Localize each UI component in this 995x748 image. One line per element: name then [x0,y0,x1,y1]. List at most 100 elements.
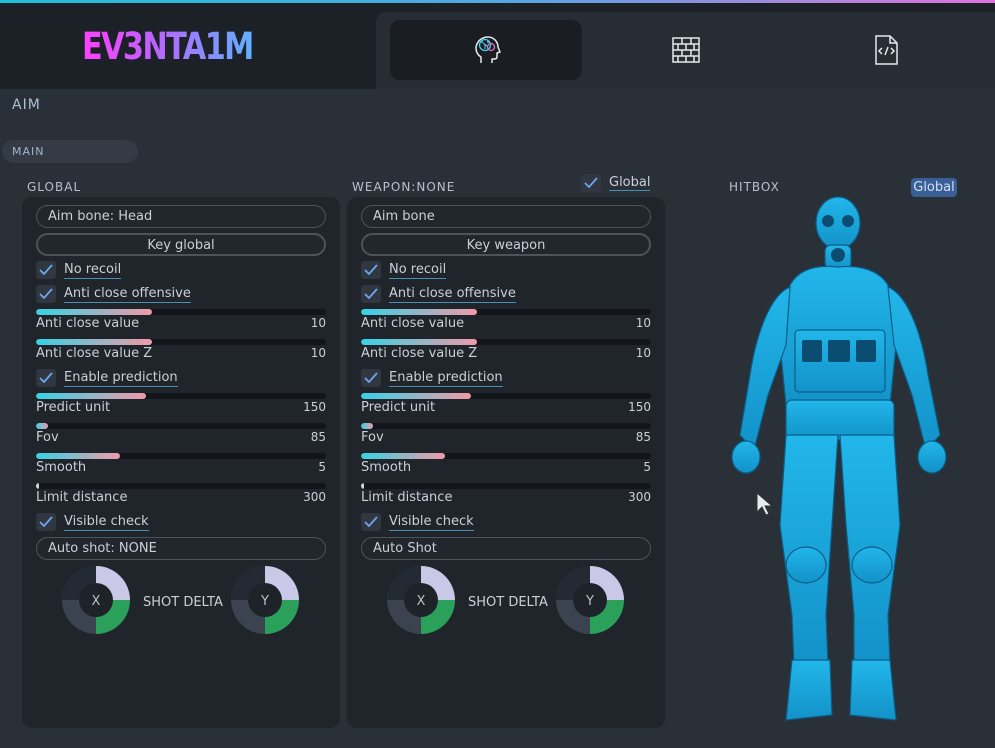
section-bar: AIM [0,89,995,122]
predict-unit-row: Predict unit 150 [36,400,326,415]
anti-close-value-z-value: 10 [310,346,326,360]
tab-scripts[interactable] [790,20,982,80]
checkmark-icon [364,372,378,384]
shot-delta-y-dial[interactable]: Y [230,565,300,635]
checkmark-icon [364,516,378,528]
predict-unit-value: 150 [628,400,651,414]
checkmark-icon [39,372,53,384]
no-recoil-checkbox[interactable]: No recoil [36,260,122,280]
enable-prediction-checkbox[interactable]: Enable prediction [36,368,178,388]
anti-close-value-z-slider[interactable] [361,339,651,345]
fov-slider[interactable] [36,423,326,429]
anti-close-value-z-slider-fill [361,339,477,345]
limit-distance-row: Limit distance 300 [361,490,651,505]
checkbox-box[interactable] [581,174,601,192]
shot-delta-x-dial[interactable]: X [61,565,131,635]
weapon-global-checkbox[interactable]: Global [581,174,651,192]
section-title: AIM [12,97,41,113]
anti-close-offensive-checkbox[interactable]: Anti close offensive [36,284,191,304]
tab-bar [376,12,995,89]
limit-distance-value: 300 [303,490,326,504]
auto-shot-select[interactable]: Auto shot: NONE [36,537,326,560]
predict-unit-slider[interactable] [36,393,326,399]
shot-delta-y-dial-axis-label: Y [260,594,269,609]
visible-check-checkbox[interactable]: Visible check [36,512,149,532]
limit-distance-slider-fill [361,483,364,489]
visible-check-checkbox[interactable]: Visible check [361,512,474,532]
predict-unit-label: Predict unit [361,400,436,415]
limit-distance-value: 300 [628,490,651,504]
anti-close-offensive-checkbox[interactable]: Anti close offensive [361,284,516,304]
predict-unit-slider-fill [361,393,471,399]
smooth-value: 5 [643,460,651,474]
checkbox-box[interactable] [36,369,56,387]
checkmark-icon [39,516,53,528]
smooth-row: Smooth 5 [361,460,651,475]
enable-prediction-checkbox[interactable]: Enable prediction [361,368,503,388]
smooth-slider-fill [361,453,445,459]
checkbox-box[interactable] [36,285,56,303]
predict-unit-slider[interactable] [361,393,651,399]
anti-close-value-slider-fill [36,309,152,315]
smooth-slider[interactable] [36,453,326,459]
limit-distance-slider[interactable] [36,483,326,489]
checkmark-icon [39,288,53,300]
header: EV3NTA1M [0,3,995,89]
fov-label: Fov [36,430,59,445]
shot-delta-label: SHOT DELTA [143,595,223,610]
checkbox-box[interactable] [361,261,381,279]
predict-unit-row: Predict unit 150 [361,400,651,415]
predict-unit-value: 150 [303,400,326,414]
tab-aim[interactable] [390,20,582,80]
checkbox-box[interactable] [36,513,56,531]
smooth-label: Smooth [36,460,87,475]
shot-delta-label: SHOT DELTA [468,595,548,610]
anti-close-value-label: Anti close value [36,316,140,331]
hitbox-title: HITBOX [729,180,780,194]
smooth-slider[interactable] [361,453,651,459]
anti-close-value-z-label: Anti close value Z [361,346,478,361]
fov-slider[interactable] [361,423,651,429]
anti-close-value-slider[interactable] [361,309,651,315]
checkbox-box[interactable] [36,261,56,279]
checkbox-box[interactable] [361,513,381,531]
smooth-row: Smooth 5 [36,460,326,475]
shot-delta-x-dial[interactable]: X [386,565,456,635]
global-panel: Aim bone: Head Key global No recoil Anti… [22,197,340,728]
key-bind-button[interactable]: Key global [36,233,326,256]
checkbox-box[interactable] [361,369,381,387]
checkbox-label: No recoil [64,261,122,279]
anti-close-value-value: 10 [310,316,326,330]
anti-close-value-row: Anti close value 10 [361,316,651,331]
fov-slider-fill [36,423,48,429]
shot-delta-x-dial-axis-label: X [92,594,101,609]
anti-close-value-z-row: Anti close value Z 10 [36,346,326,361]
checkbox-box[interactable] [361,285,381,303]
limit-distance-label: Limit distance [361,490,453,505]
limit-distance-slider-fill [36,483,39,489]
checkbox-label: No recoil [389,261,447,279]
anti-close-value-z-slider[interactable] [36,339,326,345]
logo-area: EV3NTA1M [0,3,376,89]
aim-bone-select[interactable]: Aim bone [361,205,651,228]
fov-row: Fov 85 [361,430,651,445]
limit-distance-row: Limit distance 300 [36,490,326,505]
limit-distance-slider[interactable] [361,483,651,489]
shot-delta-y-dial-axis-label: Y [585,594,594,609]
fov-slider-fill [361,423,373,429]
checkbox-label: Global [609,175,651,191]
tab-walls[interactable] [590,20,782,80]
anti-close-value-slider[interactable] [36,309,326,315]
main-subtab[interactable]: MAIN [2,140,138,163]
auto-shot-select[interactable]: Auto Shot [361,537,651,560]
shot-delta-y-dial[interactable]: Y [555,565,625,635]
global-panel-title: GLOBAL [27,180,82,194]
checkbox-label: Anti close offensive [64,285,191,303]
key-bind-button[interactable]: Key weapon [361,233,651,256]
anti-close-value-value: 10 [635,316,651,330]
no-recoil-checkbox[interactable]: No recoil [361,260,447,280]
smooth-slider-fill [36,453,120,459]
aim-bone-select[interactable]: Aim bone: Head [36,205,326,228]
hitbox-character-figure[interactable] [720,195,950,725]
checkmark-icon [364,288,378,300]
